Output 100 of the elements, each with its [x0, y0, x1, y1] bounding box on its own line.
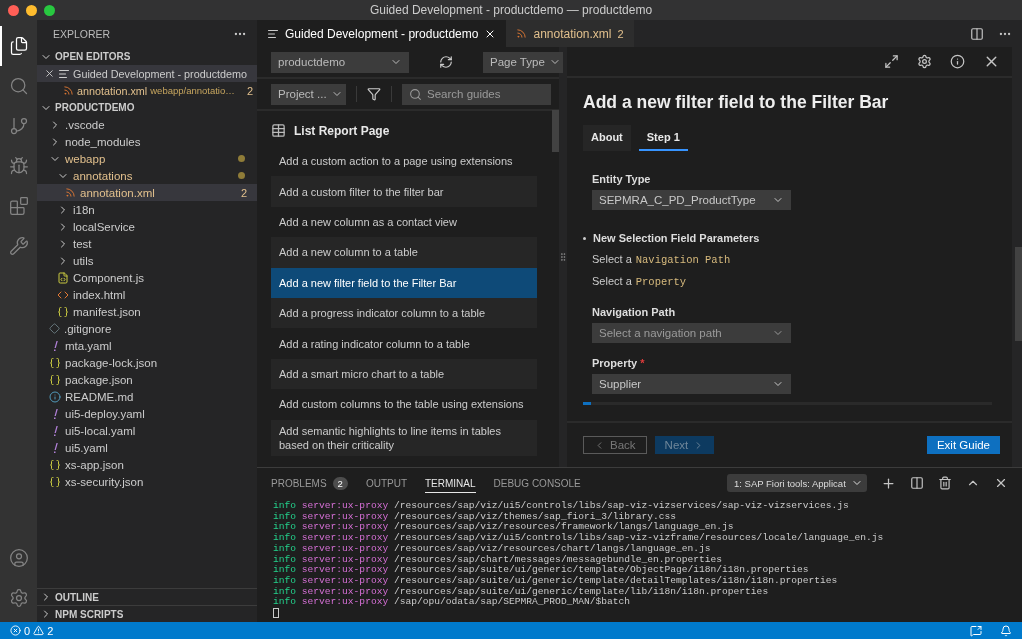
rss-icon: [516, 28, 528, 39]
tree-item[interactable]: ui5.yaml: [37, 439, 257, 456]
section-header[interactable]: PRODUCTDEMO: [37, 99, 257, 116]
guide-item[interactable]: Add a new column to a table: [271, 237, 537, 268]
file-name: xs-app.json: [65, 458, 124, 471]
navigation-path-select[interactable]: Select a navigation path: [592, 323, 791, 343]
tree-item[interactable]: .vscode: [37, 116, 257, 133]
file-name: i18n: [73, 203, 95, 216]
entity-type-select[interactable]: SEPMRA_C_PD_ProductType: [592, 190, 791, 210]
tree-item[interactable]: node_modules: [37, 133, 257, 150]
terminal-line: info server:ux-proxy /resources/sap/viz/ui5/controls/libs/sap-viz-vizservices/sap-viz-vizservices.js: [273, 501, 850, 512]
close-icon[interactable]: [44, 68, 55, 79]
braces-icon: [49, 458, 61, 471]
tree-item[interactable]: utils: [37, 252, 257, 269]
tree-item[interactable]: manifest.json: [37, 303, 257, 320]
tree-item[interactable]: annotation.xml 2: [37, 184, 257, 201]
tree-item[interactable]: Component.js: [37, 269, 257, 286]
minimize-button[interactable]: [26, 5, 37, 16]
tree-item[interactable]: annotations: [37, 167, 257, 184]
tree-item[interactable]: index.html: [37, 286, 257, 303]
panel-tab[interactable]: TERMINAL: [425, 473, 476, 493]
page-type-select[interactable]: Page Type: [483, 51, 563, 73]
braces-icon: [49, 373, 61, 386]
tree-item[interactable]: ui5-deploy.yaml: [37, 405, 257, 422]
drag-handle-icon[interactable]: [558, 252, 568, 262]
close-button[interactable]: [8, 5, 19, 16]
filter-icon[interactable]: [367, 87, 381, 101]
tree-item[interactable]: test: [37, 235, 257, 252]
braces-icon: [49, 356, 61, 369]
file-name: package.json: [65, 373, 133, 386]
tree-item[interactable]: xs-app.json: [37, 456, 257, 473]
file-name: annotations: [73, 169, 133, 182]
tree-item[interactable]: package-lock.json: [37, 354, 257, 371]
tree-item[interactable]: package.json: [37, 371, 257, 388]
guide-item[interactable]: Add a smart micro chart to a table: [271, 358, 537, 390]
guide-item[interactable]: Add a new filter field to the Filter Bar: [271, 267, 537, 298]
code-file-icon: [57, 271, 69, 284]
section-header[interactable]: OUTLINE: [37, 588, 257, 605]
trash-icon[interactable]: [938, 476, 952, 490]
editor-tab[interactable]: Guided Development - productdemo: [257, 20, 507, 47]
terminal-line: info server:ux-proxy /resources/sap/suite/ui/generic/template/lib/i18n/i18n.properties: [273, 586, 770, 597]
tree-item[interactable]: webapp: [37, 150, 257, 167]
project-filter-select[interactable]: Project ...: [271, 83, 346, 105]
tree-item[interactable]: i18n: [37, 201, 257, 218]
section-title: OUTLINE: [55, 591, 99, 603]
code-text: Navigation Path: [635, 254, 731, 266]
file-name: mta.yaml: [65, 339, 112, 352]
tree-item[interactable]: .gitignore: [37, 320, 257, 337]
guide-item[interactable]: Add a rating indicator column to a table: [271, 328, 537, 359]
diamond-icon: [49, 323, 60, 334]
open-editor-item[interactable]: Guided Development - productdemo: [37, 65, 257, 82]
tree-item[interactable]: xs-security.json: [37, 473, 257, 490]
guide-item[interactable]: Add semantic highlights to line items in tables based on their criticality: [271, 419, 537, 456]
rss-icon: [63, 85, 74, 96]
property-select[interactable]: Supplier: [592, 374, 791, 394]
file-name: Component.js: [73, 271, 144, 284]
refresh-icon[interactable]: [439, 55, 453, 69]
file-name: index.html: [73, 288, 126, 301]
feedback-icon[interactable]: [970, 624, 982, 637]
editor-tab[interactable]: annotation.xml 2: [506, 20, 634, 47]
exit-guide-button[interactable]: Exit Guide: [926, 436, 1000, 454]
scrollbar-thumb[interactable]: [1015, 247, 1022, 341]
step-tab[interactable]: Step 1: [638, 125, 688, 151]
workspace-select[interactable]: productdemo: [271, 51, 409, 73]
scrollbar-thumb[interactable]: [552, 110, 559, 152]
settings-icon[interactable]: [917, 54, 932, 69]
info-icon[interactable]: [950, 54, 965, 69]
step-tab[interactable]: About: [583, 125, 631, 151]
open-editor-item[interactable]: annotation.xml webapp/annotatio… 2: [37, 82, 257, 99]
panel-tab[interactable]: DEBUG CONSOLE: [493, 473, 581, 493]
zoom-button[interactable]: [44, 5, 55, 16]
expand-icon[interactable]: [884, 54, 899, 69]
search-field[interactable]: Search guides: [402, 83, 551, 105]
terminal-select[interactable]: 1: SAP Fiori tools: Applicat: [727, 474, 867, 492]
panel-tab[interactable]: PROBLEMS 2: [271, 472, 348, 494]
section-title: PRODUCTDEMO: [55, 102, 135, 113]
tree-item[interactable]: README.md: [37, 388, 257, 405]
split-editor-icon[interactable]: [970, 26, 984, 41]
close-icon[interactable]: [994, 476, 1008, 490]
plus-icon[interactable]: [881, 475, 896, 491]
guide-item[interactable]: Add a custom filter to the filter bar: [271, 176, 537, 207]
problems-indicator[interactable]: 0 2: [10, 624, 54, 637]
file-path: webapp/annotatio…: [150, 85, 236, 96]
instruction-text: Select a: [592, 253, 632, 265]
field-label: Entity Type: [592, 173, 651, 185]
file-name: test: [73, 237, 92, 250]
bell-icon[interactable]: [1000, 624, 1012, 637]
tree-item[interactable]: localService: [37, 218, 257, 235]
guide-item[interactable]: Add custom columns to the table using extensions: [271, 389, 537, 420]
guide-item[interactable]: Add a progress indicator column to a table: [271, 297, 537, 329]
panel-tab[interactable]: OUTPUT: [365, 473, 407, 493]
modified-dot: [238, 172, 245, 179]
tree-item[interactable]: mta.yaml: [37, 337, 257, 354]
split-icon[interactable]: [910, 476, 924, 490]
section-title: NPM SCRIPTS: [55, 608, 124, 620]
tree-item[interactable]: ui5-local.yaml: [37, 422, 257, 439]
section-header[interactable]: OPEN EDITORS: [37, 48, 257, 65]
guide-item[interactable]: Add a new column as a contact view: [271, 206, 537, 238]
guide-item[interactable]: Add a custom action to a page using extensions: [271, 146, 537, 177]
braces-icon: [49, 475, 61, 488]
